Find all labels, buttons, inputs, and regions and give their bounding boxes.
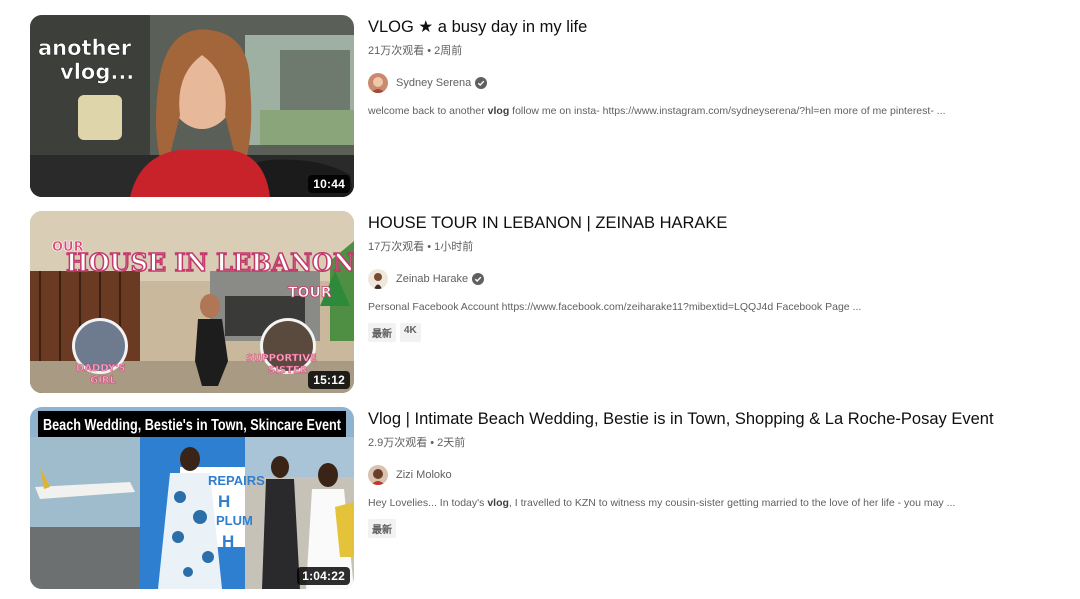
upload-age: 2天前 bbox=[437, 437, 466, 449]
thumb-text-line1: another bbox=[38, 36, 132, 60]
separator-dot: • bbox=[427, 45, 432, 57]
thumb-text-tour: TOUR bbox=[288, 285, 332, 301]
video-info: VLOG ★ a busy day in my life 21万次观看 • 2周前 … bbox=[368, 15, 1048, 117]
duration-badge: 15:12 bbox=[308, 371, 350, 389]
video-info: HOUSE TOUR IN LEBANON | ZEINAB HARAKE 17… bbox=[368, 211, 1048, 342]
video-result[interactable]: OUR HOUSE IN LEBANON TOUR DADDY'S GIRL S… bbox=[30, 211, 1050, 393]
channel-avatar[interactable] bbox=[368, 465, 388, 485]
verified-check-icon bbox=[472, 273, 485, 285]
verified-check-icon bbox=[475, 77, 488, 89]
channel-name[interactable]: Sydney Serena bbox=[396, 77, 471, 89]
4k-badge: 4K bbox=[400, 323, 421, 342]
thumb-text-h1: H bbox=[218, 492, 230, 511]
channel-link[interactable]: Zeinab Harake bbox=[368, 268, 1048, 290]
duration-badge: 10:44 bbox=[308, 175, 350, 193]
badge-row: 最新 bbox=[368, 519, 1048, 538]
channel-avatar[interactable] bbox=[368, 73, 388, 93]
view-count: 21万次观看 bbox=[368, 45, 425, 57]
upload-age: 1小时前 bbox=[434, 241, 474, 253]
thumb-text-repairs: REPAIRS bbox=[208, 473, 265, 488]
duration-badge: 1:04:22 bbox=[297, 567, 350, 585]
badge-row: 最新 4K bbox=[368, 323, 1048, 342]
video-thumbnail[interactable]: Beach Wedding, Bestie's in Town, Skincar… bbox=[30, 407, 354, 589]
channel-link[interactable]: Zizi Moloko bbox=[368, 464, 1048, 486]
thumb-text-daddys: DADDY'S bbox=[76, 363, 125, 374]
video-thumbnail[interactable]: OUR HOUSE IN LEBANON TOUR DADDY'S GIRL S… bbox=[30, 211, 354, 393]
video-title[interactable]: Vlog | Intimate Beach Wedding, Bestie is… bbox=[368, 408, 1048, 430]
thumb-text-supportive: SUPPORTIVE bbox=[246, 353, 317, 364]
video-info: Vlog | Intimate Beach Wedding, Bestie is… bbox=[368, 407, 1048, 538]
new-badge: 最新 bbox=[368, 323, 396, 342]
channel-name[interactable]: Zeinab Harake bbox=[396, 273, 468, 285]
video-description: Personal Facebook Account https://www.fa… bbox=[368, 301, 862, 313]
video-meta: 17万次观看 • 1小时前 bbox=[368, 238, 1048, 254]
thumb-text-h2: H bbox=[222, 532, 234, 551]
video-thumbnail[interactable]: another vlog... 10:44 bbox=[30, 15, 354, 197]
video-meta: 2.9万次观看 • 2天前 bbox=[368, 434, 1048, 450]
video-title[interactable]: HOUSE TOUR IN LEBANON | ZEINAB HARAKE bbox=[368, 212, 1048, 234]
channel-name[interactable]: Zizi Moloko bbox=[396, 469, 452, 481]
thumb-text-house: HOUSE IN LEBANON bbox=[66, 248, 354, 277]
video-title[interactable]: VLOG ★ a busy day in my life bbox=[368, 16, 1048, 38]
thumb-text-girl: GIRL bbox=[90, 375, 117, 386]
thumbnail-image: another vlog... bbox=[30, 15, 354, 197]
video-result[interactable]: another vlog... 10:44 VLOG ★ a busy day … bbox=[30, 15, 1050, 197]
channel-avatar[interactable] bbox=[368, 269, 388, 289]
video-result[interactable]: Beach Wedding, Bestie's in Town, Skincar… bbox=[30, 407, 1050, 589]
video-meta: 21万次观看 • 2周前 bbox=[368, 42, 1048, 58]
thumb-text-line2: vlog... bbox=[60, 60, 134, 84]
thumbnail-image: OUR HOUSE IN LEBANON TOUR DADDY'S GIRL S… bbox=[30, 211, 354, 393]
thumbnail-image: Beach Wedding, Bestie's in Town, Skincar… bbox=[30, 407, 354, 589]
upload-age: 2周前 bbox=[434, 45, 463, 57]
separator-dot: • bbox=[427, 241, 432, 253]
separator-dot: • bbox=[430, 437, 435, 449]
new-badge: 最新 bbox=[368, 519, 396, 538]
channel-link[interactable]: Sydney Serena bbox=[368, 72, 1048, 94]
thumb-text-banner: Beach Wedding, Bestie's in Town, Skincar… bbox=[43, 417, 341, 434]
video-description: welcome back to another vlog follow me o… bbox=[368, 105, 946, 117]
thumb-text-plum: PLUM bbox=[216, 513, 253, 528]
view-count: 2.9万次观看 bbox=[368, 437, 428, 449]
thumb-text-sister: SISTER bbox=[268, 365, 308, 376]
view-count: 17万次观看 bbox=[368, 241, 425, 253]
video-description: Hey Lovelies... In today's vlog, I trave… bbox=[368, 497, 956, 509]
